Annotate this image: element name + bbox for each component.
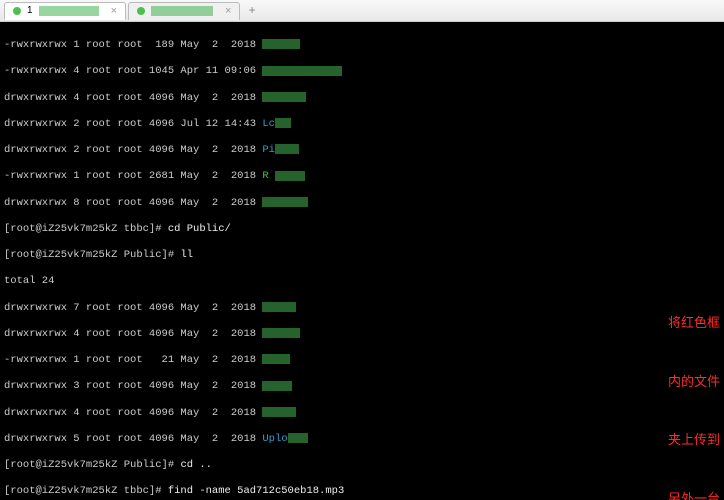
prompt: [root@iZ25vk7m25kZ Public]# xyxy=(4,249,180,261)
redacted-block xyxy=(275,118,291,128)
redacted-block xyxy=(275,144,299,154)
tab-label: 1 xyxy=(27,5,33,16)
ls-line: drwxrwxrwx 5 root root 4096 May 2 2018 xyxy=(4,433,262,445)
command: find -name 5ad712c50eb18.mp3 xyxy=(168,485,344,497)
ls-line: drwxrwxrwx 2 root root 4096 Jul 12 14:43 xyxy=(4,118,262,130)
red-annotation: 将红色框 内的文件 夹上传到 另外一台 服务器 xyxy=(668,274,720,500)
redacted-block xyxy=(275,171,305,181)
ls-line: drwxrwxrwx 7 root root 4096 May 2 2018 xyxy=(4,302,262,314)
ls-line: drwxrwxrwx 8 root root 4096 May 2 2018 xyxy=(4,197,262,209)
close-icon[interactable]: × xyxy=(111,5,117,17)
terminal-body[interactable]: -rwxrwxrwx 1 root root 189 May 2 2018 -r… xyxy=(0,22,724,500)
annotation-line: 夹上传到 xyxy=(668,430,720,450)
redacted-block xyxy=(262,302,296,312)
command: cd Public/ xyxy=(168,223,231,235)
annotation-line: 另外一台 xyxy=(668,489,720,500)
output-line: total 24 xyxy=(4,275,720,288)
terminal-window: 1 × × + -rwxrwxrwx 1 root root 189 May 2… xyxy=(0,0,724,500)
ls-line: drwxrwxrwx 3 root root 4096 May 2 2018 xyxy=(4,380,262,392)
ls-line: -rwxrwxrwx 4 root root 1045 Apr 11 09:06 xyxy=(4,65,262,77)
ls-line: -rwxrwxrwx 1 root root 21 May 2 2018 xyxy=(4,354,262,366)
status-dot-icon xyxy=(13,7,21,15)
redacted-block xyxy=(262,66,342,76)
annotation-line: 将红色框 xyxy=(668,313,720,333)
tab-bar: 1 × × + xyxy=(0,0,724,22)
redacted-block xyxy=(288,433,308,443)
add-tab-button[interactable]: + xyxy=(242,4,261,18)
redacted-block xyxy=(262,328,300,338)
ls-line: -rwxrwxrwx 1 root root 2681 May 2 2018 xyxy=(4,170,262,182)
status-dot-icon xyxy=(137,7,145,15)
close-icon[interactable]: × xyxy=(225,5,231,17)
prompt: [root@iZ25vk7m25kZ tbbc]# xyxy=(4,223,168,235)
redacted-block xyxy=(262,354,290,364)
ls-line: -rwxrwxrwx 1 root root 189 May 2 2018 xyxy=(4,39,262,51)
prompt: [root@iZ25vk7m25kZ Public]# xyxy=(4,459,180,471)
redacted-block xyxy=(262,197,308,207)
command: ll xyxy=(180,249,193,261)
redacted-block xyxy=(262,39,300,49)
redacted-block xyxy=(262,407,296,417)
tab-2[interactable]: × xyxy=(128,2,240,20)
ls-line: drwxrwxrwx 4 root root 4096 May 2 2018 xyxy=(4,328,262,340)
redacted-block xyxy=(151,6,213,16)
prompt: [root@iZ25vk7m25kZ tbbc]# xyxy=(4,485,168,497)
command: cd .. xyxy=(180,459,212,471)
annotation-line: 内的文件 xyxy=(668,372,720,392)
redacted-block xyxy=(262,92,306,102)
ls-line: drwxrwxrwx 4 root root 4096 May 2 2018 xyxy=(4,92,262,104)
redacted-block xyxy=(262,381,292,391)
redacted-block xyxy=(39,6,99,16)
ls-line: drwxrwxrwx 2 root root 4096 May 2 2018 xyxy=(4,144,262,156)
ls-line: drwxrwxrwx 4 root root 4096 May 2 2018 xyxy=(4,407,262,419)
tab-1[interactable]: 1 × xyxy=(4,2,126,20)
